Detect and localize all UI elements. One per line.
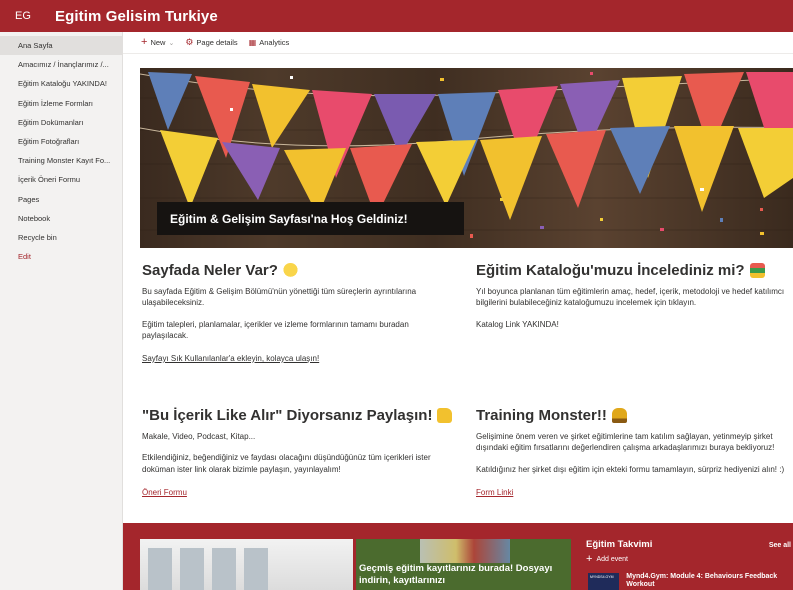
nav-item-pages[interactable]: Pages xyxy=(0,190,122,209)
section-title: Eğitim Kataloğu'muzu İncelediniz mi? xyxy=(476,262,788,279)
site-title[interactable]: Egitim Gelisim Turkiye xyxy=(55,8,218,25)
nav-item-recycle-bin[interactable]: Recycle bin xyxy=(0,228,122,247)
section-title-text: Sayfada Neler Var? xyxy=(142,262,278,279)
nav-item-training-monster[interactable]: Training Monster Kayıt Fo... xyxy=(0,151,122,170)
nav-item-icerik-oneri-formu[interactable]: İçerik Öneri Formu xyxy=(0,170,122,189)
nav-item-amacimiz[interactable]: Amacımız / İnançlarımız /... xyxy=(0,55,122,74)
smiley-emoji-icon xyxy=(282,263,298,278)
tile-text: Geçmiş eğitim kayıtlarınız burada! Dosya… xyxy=(359,563,553,586)
event-title: Mynd4.Gym: Module 4: Behaviours Feedback… xyxy=(626,573,778,588)
section-paragraph: Katalog Link YAKINDA! xyxy=(476,319,559,329)
nav-item-egitim-katalogu[interactable]: Eğitim Kataloğu YAKINDA! xyxy=(0,74,122,93)
nav-item-ana-sayfa[interactable]: Ana Sayfa xyxy=(0,36,122,56)
calendar-event[interactable]: MYNDS4.GYM Mynd4.Gym: Module 4: Behaviou… xyxy=(588,573,791,590)
add-event-button[interactable]: + Add event xyxy=(586,554,793,565)
section-training-monster: Training Monster!! Gelişimine önem veren… xyxy=(476,407,788,497)
section-paragraph: Makale, Video, Podcast, Kitap... xyxy=(142,432,256,441)
section-paragraph: Eğitim talepleri, planlamalar, içerikler… xyxy=(142,319,409,341)
chevron-down-icon: ⌄ xyxy=(168,39,175,47)
gear-icon: ⚙ xyxy=(185,37,194,47)
page-details-label: Page details xyxy=(196,38,238,47)
thumbs-up-emoji-icon xyxy=(437,408,453,423)
window-image xyxy=(212,548,236,590)
analytics-button[interactable]: ▦ Analytics xyxy=(249,38,290,47)
add-event-label: Add event xyxy=(596,556,628,563)
section-paragraph: Etkilendiğiniz, beğendiğiniz ve faydası … xyxy=(142,453,431,474)
calendar-title: Eğitim Takvimi xyxy=(586,539,653,550)
section-title-text: "Bu İçerik Like Alır" Diyorsanız Paylaşı… xyxy=(142,407,433,424)
nav-item-egitim-izleme-formlari[interactable]: Eğitim İzleme Formları xyxy=(0,94,122,113)
section-egitim-katalogu: Eğitim Kataloğu'muzu İncelediniz mi? Yıl… xyxy=(476,262,788,330)
oneri-formu-link[interactable]: Öneri Formu xyxy=(142,488,457,497)
books-emoji-icon xyxy=(749,263,765,278)
section-paragraph: Yıl boyunca planlanan tüm eğitimlerin am… xyxy=(476,287,785,308)
hero-caption: Eğitim & Gelişim Sayfası'na Hoş Geldiniz… xyxy=(157,202,464,235)
section-icerik-paylas: "Bu İçerik Like Alır" Diyorsanız Paylaşı… xyxy=(142,407,457,497)
new-button[interactable]: + New ⌄ xyxy=(141,37,174,48)
window-image xyxy=(148,548,172,590)
suite-header: EG Egitim Gelisim Turkiye xyxy=(0,0,793,32)
favorites-link[interactable]: Sayfayı Sık Kullanılanlar'a ekleyin, kol… xyxy=(142,354,457,363)
section-sayfada-neler-var: Sayfada Neler Var? Bu sayfada Eğitim & G… xyxy=(142,262,457,363)
section-title: Training Monster!! xyxy=(476,407,788,424)
event-thumbnail: MYNDS4.GYM xyxy=(588,573,620,590)
site-logo[interactable]: EG xyxy=(12,7,34,25)
trophy-emoji-icon xyxy=(611,408,627,423)
office-image-tile[interactable] xyxy=(140,539,353,590)
nav-item-egitim-fotograflari[interactable]: Eğitim Fotoğrafları xyxy=(0,132,122,151)
new-label: New xyxy=(150,38,166,47)
section-title-text: Eğitim Kataloğu'muzu İncelediniz mi? xyxy=(476,262,745,279)
section-paragraph: Bu sayfada Eğitim & Gelişim Bölümü'nün y… xyxy=(142,287,417,308)
plus-icon: + xyxy=(586,553,593,565)
section-title: Sayfada Neler Var? xyxy=(142,262,457,279)
section-paragraph: Katıldığınız her şirket dışı eğitim için… xyxy=(476,464,785,474)
nav-edit-link[interactable]: Edit xyxy=(0,247,122,266)
nav-item-egitim-dokumanlari[interactable]: Eğitim Dokümanları xyxy=(0,113,122,132)
plus-icon: + xyxy=(141,36,148,48)
window-image xyxy=(244,548,268,590)
window-image xyxy=(180,548,204,590)
egitim-takvimi-webpart: Eğitim Takvimi See all + Add event MYNDS… xyxy=(586,539,793,590)
bookshelf-image xyxy=(420,539,510,563)
section-title-text: Training Monster!! xyxy=(476,407,607,424)
left-navigation: Ana Sayfa Amacımız / İnançlarımız /... E… xyxy=(0,32,123,590)
see-all-link[interactable]: See all xyxy=(769,542,791,549)
page-details-button[interactable]: ⚙ Page details xyxy=(185,37,238,48)
command-bar: + New ⌄ ⚙ Page details ▦ Analytics xyxy=(123,32,793,54)
section-paragraph: Gelişimine önem veren ve şirket eğitimle… xyxy=(476,432,775,453)
form-linki-link[interactable]: Form Linki xyxy=(476,488,788,497)
gecmis-egitim-kayitlari-tile[interactable]: Geçmiş eğitim kayıtlarınız burada! Dosya… xyxy=(356,539,571,590)
section-title: "Bu İçerik Like Alır" Diyorsanız Paylaşı… xyxy=(142,407,457,424)
analytics-icon: ▦ xyxy=(248,37,257,47)
analytics-label: Analytics xyxy=(259,38,290,47)
nav-item-notebook[interactable]: Notebook xyxy=(0,209,122,228)
